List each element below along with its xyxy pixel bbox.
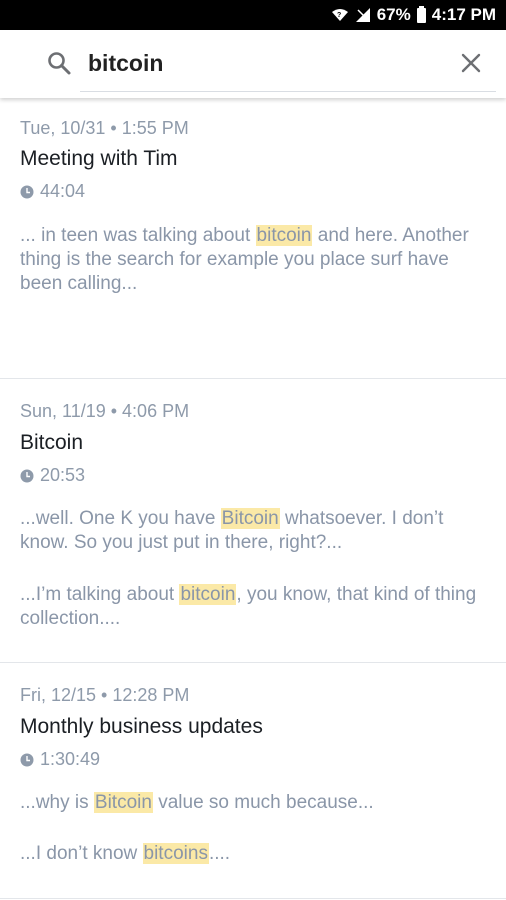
result-snippet: ...why is Bitcoin value so much because.… <box>20 792 374 813</box>
result-date: Tue, 10/31 • 1:55 PM <box>20 118 189 138</box>
result-card-meeting-with-tim[interactable]: Tue, 10/31 • 1:55 PM Meeting with Tim 44… <box>0 98 506 379</box>
result-date: Fri, 12/15 • 12:28 PM <box>20 685 190 705</box>
duration-value: 1:30:49 <box>40 749 101 769</box>
highlight: bitcoin <box>179 584 237 605</box>
highlight: bitcoins <box>142 843 209 864</box>
result-card-monthly-business-updates[interactable]: Fri, 12/15 • 12:28 PM Monthly business u… <box>0 663 506 899</box>
result-duration: 20:53 <box>20 465 85 486</box>
search-bar <box>0 30 506 98</box>
result-title: Meeting with Tim <box>20 147 178 170</box>
result-title: Monthly business updates <box>20 715 263 738</box>
result-card-bitcoin[interactable]: Sun, 11/19 • 4:06 PM Bitcoin 20:53 ...we… <box>0 379 506 663</box>
svg-text:?: ? <box>337 12 341 19</box>
highlight: Bitcoin <box>93 792 153 813</box>
highlight: bitcoin <box>255 225 313 246</box>
clock-icon <box>20 753 34 766</box>
result-snippet: ... in teen was talking about bitcoin an… <box>20 225 469 294</box>
duration-value: 20:53 <box>40 465 86 485</box>
duration-value: 44:04 <box>40 181 86 201</box>
clear-search-button[interactable] <box>460 52 482 74</box>
highlight: Bitcoin <box>220 508 280 529</box>
status-time: 4:17 PM <box>431 5 496 24</box>
result-date: Sun, 11/19 • 4:06 PM <box>20 401 190 421</box>
search-input[interactable] <box>80 46 456 80</box>
result-duration: 1:30:49 <box>20 749 100 770</box>
wifi-icon: ? <box>331 9 348 21</box>
battery-percent: 67% <box>376 5 411 24</box>
result-snippet: ...well. One K you have Bitcoin whatsoev… <box>20 508 444 553</box>
search-underline <box>80 91 496 92</box>
clock-icon <box>20 185 34 198</box>
result-snippet: ...I’m talking about bitcoin, you know, … <box>20 584 477 629</box>
result-title: Bitcoin <box>20 431 84 454</box>
clock-icon <box>20 469 34 482</box>
status-bar: ? 67% 4:17 PM <box>0 0 506 30</box>
search-icon <box>48 52 71 75</box>
signal-icon <box>355 8 370 22</box>
result-snippet: ...I don’t know bitcoins.... <box>20 843 231 864</box>
results-list: Tue, 10/31 • 1:55 PM Meeting with Tim 44… <box>0 98 506 899</box>
battery-icon <box>416 5 426 23</box>
result-duration: 44:04 <box>20 181 85 202</box>
